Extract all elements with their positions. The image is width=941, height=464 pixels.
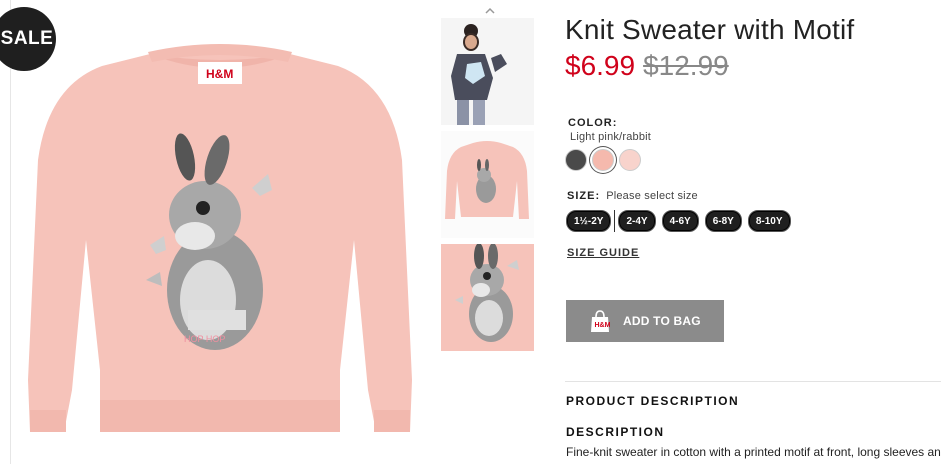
- shopping-bag-icon: H&M: [587, 308, 613, 334]
- description-heading: DESCRIPTION: [566, 425, 665, 439]
- color-value: Light pink/rabbit: [570, 131, 652, 143]
- swatch-light-pink[interactable]: [592, 149, 614, 171]
- swatch-dark-gray[interactable]: [565, 149, 587, 171]
- size-row: SIZE: Please select size: [567, 190, 698, 202]
- description-text: Fine-knit sweater in cotton with a print…: [566, 445, 941, 459]
- product-description-heading[interactable]: PRODUCT DESCRIPTION: [566, 394, 739, 408]
- price-row: $6.99 $12.99: [565, 50, 729, 82]
- size-option[interactable]: 8-10Y: [747, 210, 791, 232]
- svg-text:H&M: H&M: [206, 67, 233, 81]
- size-option[interactable]: 1½-2Y: [566, 210, 612, 232]
- sale-price: $6.99: [565, 50, 636, 81]
- original-price: $12.99: [643, 50, 729, 81]
- size-option[interactable]: 4-6Y: [661, 210, 699, 232]
- svg-text:H&M: H&M: [595, 322, 611, 329]
- svg-text:HOP HOP: HOP HOP: [184, 334, 225, 344]
- color-swatches: [565, 149, 641, 171]
- add-to-bag-label: ADD TO BAG: [623, 314, 701, 328]
- page-left-border: [10, 0, 11, 464]
- size-prompt: Please select size: [606, 190, 698, 202]
- add-to-bag-button[interactable]: H&M ADD TO BAG: [566, 300, 724, 342]
- size-divider: [614, 210, 616, 232]
- chevron-up-icon[interactable]: [484, 3, 496, 14]
- thumbnail-model[interactable]: [441, 18, 534, 125]
- section-divider: [565, 381, 941, 382]
- color-label: COLOR:: [568, 117, 618, 129]
- size-option[interactable]: 2-4Y: [618, 210, 656, 232]
- swatch-pale-pink[interactable]: [619, 149, 641, 171]
- size-option[interactable]: 6-8Y: [704, 210, 742, 232]
- size-options: 1½-2Y 2-4Y 4-6Y 6-8Y 8-10Y: [566, 210, 791, 232]
- thumbnail-sweater[interactable]: [441, 131, 534, 238]
- product-title: Knit Sweater with Motif: [565, 14, 855, 45]
- thumbnail-motif[interactable]: [441, 244, 534, 351]
- size-label: SIZE:: [567, 190, 601, 202]
- main-product-image[interactable]: H&M HOP HOP: [20, 40, 420, 440]
- sale-badge-label: SALE: [0, 28, 54, 49]
- size-guide-link[interactable]: SIZE GUIDE: [567, 247, 639, 259]
